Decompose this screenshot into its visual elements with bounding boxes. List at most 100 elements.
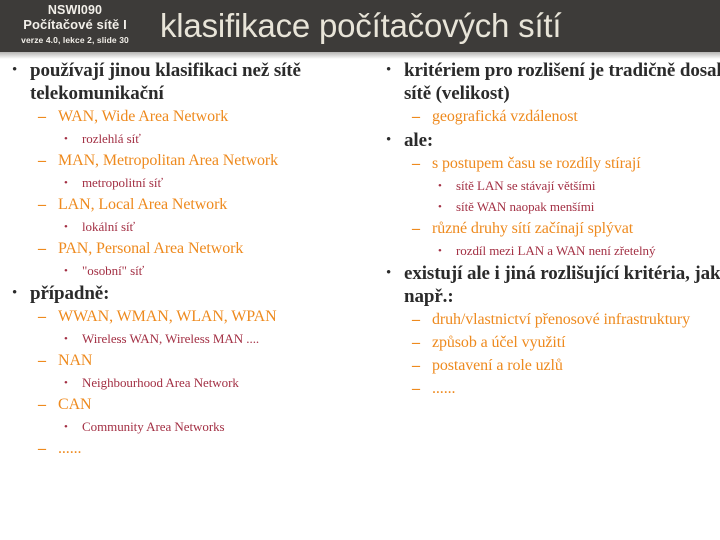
bullet-item-level3: • "osobní" síť [6,261,356,281]
right-column: • kritériem pro rozlišení je tradičně dos… [380,59,720,401]
bullet-marker-level2-icon: – [412,108,420,125]
bullet-item-level2: – geografická vzdálenost [380,106,720,128]
bullet-text: ale: [404,130,434,151]
header-shadow [0,52,720,59]
bullet-item-level2: – MAN, Metropolitan Area Network [6,150,356,172]
bullet-text: WWAN, WMAN, WLAN, WPAN [58,308,277,325]
bullet-text: používají jinou klasifikaci než sítě tel… [30,60,301,104]
bullet-marker-level3-icon: • [64,333,68,345]
bullet-item-level1: • existují ale i jiná rozlišující kritéri… [380,262,720,308]
bullet-text: NAN [58,352,93,369]
bullet-text: CAN [58,396,92,413]
bullet-marker-level2-icon: – [38,308,46,325]
bullet-text: ...... [432,380,456,397]
bullet-marker-level2-icon: – [38,352,46,369]
bullet-marker-level2-icon: – [38,152,46,169]
bullet-text: geografická vzdálenost [432,108,578,125]
bullet-text: Community Area Networks [82,419,225,434]
bullet-item-level1: • používají jinou klasifikaci než sítě te… [6,59,356,105]
bullet-marker-level2-icon: – [412,311,420,328]
bullet-text: případně: [30,283,110,304]
bullet-marker-level2-icon: – [38,440,46,457]
bullet-marker-level2-icon: – [412,357,420,374]
bullet-item-level3: • rozdíl mezi LAN a WAN není zřetelný [380,241,720,261]
bullet-marker-level3-icon: • [438,245,442,257]
bullet-item-level2: – způsob a účel využití [380,332,720,354]
bullet-item-level2: – druh/vlastnictví přenosové infrastruktu… [380,309,720,331]
bullet-text: Wireless WAN, Wireless MAN .... [82,331,260,346]
bullet-text: metropolitní síť [82,175,163,190]
course-version-line: verze 4.0, lekce 2, slide 30 [21,35,129,45]
bullet-marker-level2-icon: – [412,220,420,237]
bullet-marker-level2-icon: – [38,240,46,257]
bullet-text: druh/vlastnictví přenosové infrastruktur… [432,311,691,328]
slide-body: • používají jinou klasifikaci než sítě te… [0,59,720,540]
bullet-item-level2: – PAN, Personal Area Network [6,238,356,260]
bullet-marker-level1-icon: • [386,132,392,148]
bullet-item-level3: • Neighbourhood Area Network [6,373,356,393]
bullet-text: LAN, Local Area Network [58,196,228,213]
bullet-text: rozdíl mezi LAN a WAN není zřetelný [456,243,656,258]
bullet-item-level3: • rozlehlá síť [6,129,356,149]
bullet-marker-level1-icon: • [12,285,18,301]
slide-title: klasifikace počítačových sítí [160,7,562,44]
left-column: • používají jinou klasifikaci než sítě te… [6,59,356,461]
bullet-item-level3: • Wireless WAN, Wireless MAN .... [6,329,356,349]
bullet-item-level2: – různé druhy sítí začínají splývat [380,218,720,240]
bullet-marker-level1-icon: • [12,62,18,78]
bullet-marker-level2-icon: – [412,380,420,397]
bullet-marker-level3-icon: • [438,201,442,213]
bullet-item-level3: • sítě WAN naopak menšími [380,197,720,217]
bullet-text: sítě LAN se stávají většími [456,178,596,193]
bullet-marker-level1-icon: • [386,62,392,78]
bullet-marker-level3-icon: • [64,421,68,433]
bullet-item-level3: • sítě LAN se stávají většími [380,176,720,196]
bullet-marker-level3-icon: • [438,180,442,192]
bullet-marker-level2-icon: – [38,108,46,125]
bullet-marker-level2-icon: – [38,196,46,213]
bullet-marker-level2-icon: – [412,155,420,172]
bullet-item-level1: • ale: [380,129,720,152]
bullet-marker-level3-icon: • [64,177,68,189]
bullet-text: Neighbourhood Area Network [82,375,239,390]
bullet-item-level2: – postavení a role uzlů [380,355,720,377]
bullet-item-level1: • případně: [6,282,356,305]
bullet-marker-level3-icon: • [64,133,68,145]
bullet-text: WAN, Wide Area Network [58,108,229,125]
bullet-item-level3: • metropolitní síť [6,173,356,193]
bullet-item-level2: – LAN, Local Area Network [6,194,356,216]
bullet-item-level2: –...... [380,378,720,400]
bullet-item-level2: – CAN [6,394,356,416]
bullet-item-level1: • kritériem pro rozlišení je tradičně dos… [380,59,720,105]
bullet-text: rozlehlá síť [82,131,141,146]
bullet-marker-level1-icon: • [386,265,392,281]
bullet-text: MAN, Metropolitan Area Network [58,152,279,169]
bullet-text: způsob a účel využití [432,334,566,351]
course-code: NSWI090 [47,3,103,17]
course-info-block: NSWI090 Počítačové sítě I verze 4.0, lek… [0,0,150,52]
bullet-text: existují ale i jiná rozlišující kritéria… [404,263,720,307]
bullet-text: PAN, Personal Area Network [58,240,244,257]
bullet-item-level2: –...... [6,438,356,460]
bullet-item-level3: • Community Area Networks [6,417,356,437]
bullet-text: různé druhy sítí začínají splývat [432,220,634,237]
bullet-text: "osobní" síť [82,263,145,278]
bullet-text: sítě WAN naopak menšími [456,199,595,214]
bullet-text: postavení a role uzlů [432,357,563,374]
bullet-marker-level3-icon: • [64,265,68,277]
bullet-item-level2: – s postupem času se rozdíly stírají [380,153,720,175]
bullet-text: kritériem pro rozlišení je tradičně dosa… [404,60,720,104]
bullet-marker-level3-icon: • [64,377,68,389]
course-name: Počítačové sítě I [23,17,127,32]
bullet-text: ...... [58,440,82,457]
bullet-marker-level3-icon: • [64,221,68,233]
bullet-text: lokální síť [82,219,136,234]
slide-header: NSWI090 Počítačové sítě I verze 4.0, lek… [0,0,720,52]
bullet-marker-level2-icon: – [38,396,46,413]
bullet-text: s postupem času se rozdíly stírají [432,155,641,172]
bullet-item-level3: • lokální síť [6,217,356,237]
bullet-item-level2: – NAN [6,350,356,372]
bullet-item-level2: – WAN, Wide Area Network [6,106,356,128]
bullet-marker-level2-icon: – [412,334,420,351]
bullet-item-level2: – WWAN, WMAN, WLAN, WPAN [6,306,356,328]
